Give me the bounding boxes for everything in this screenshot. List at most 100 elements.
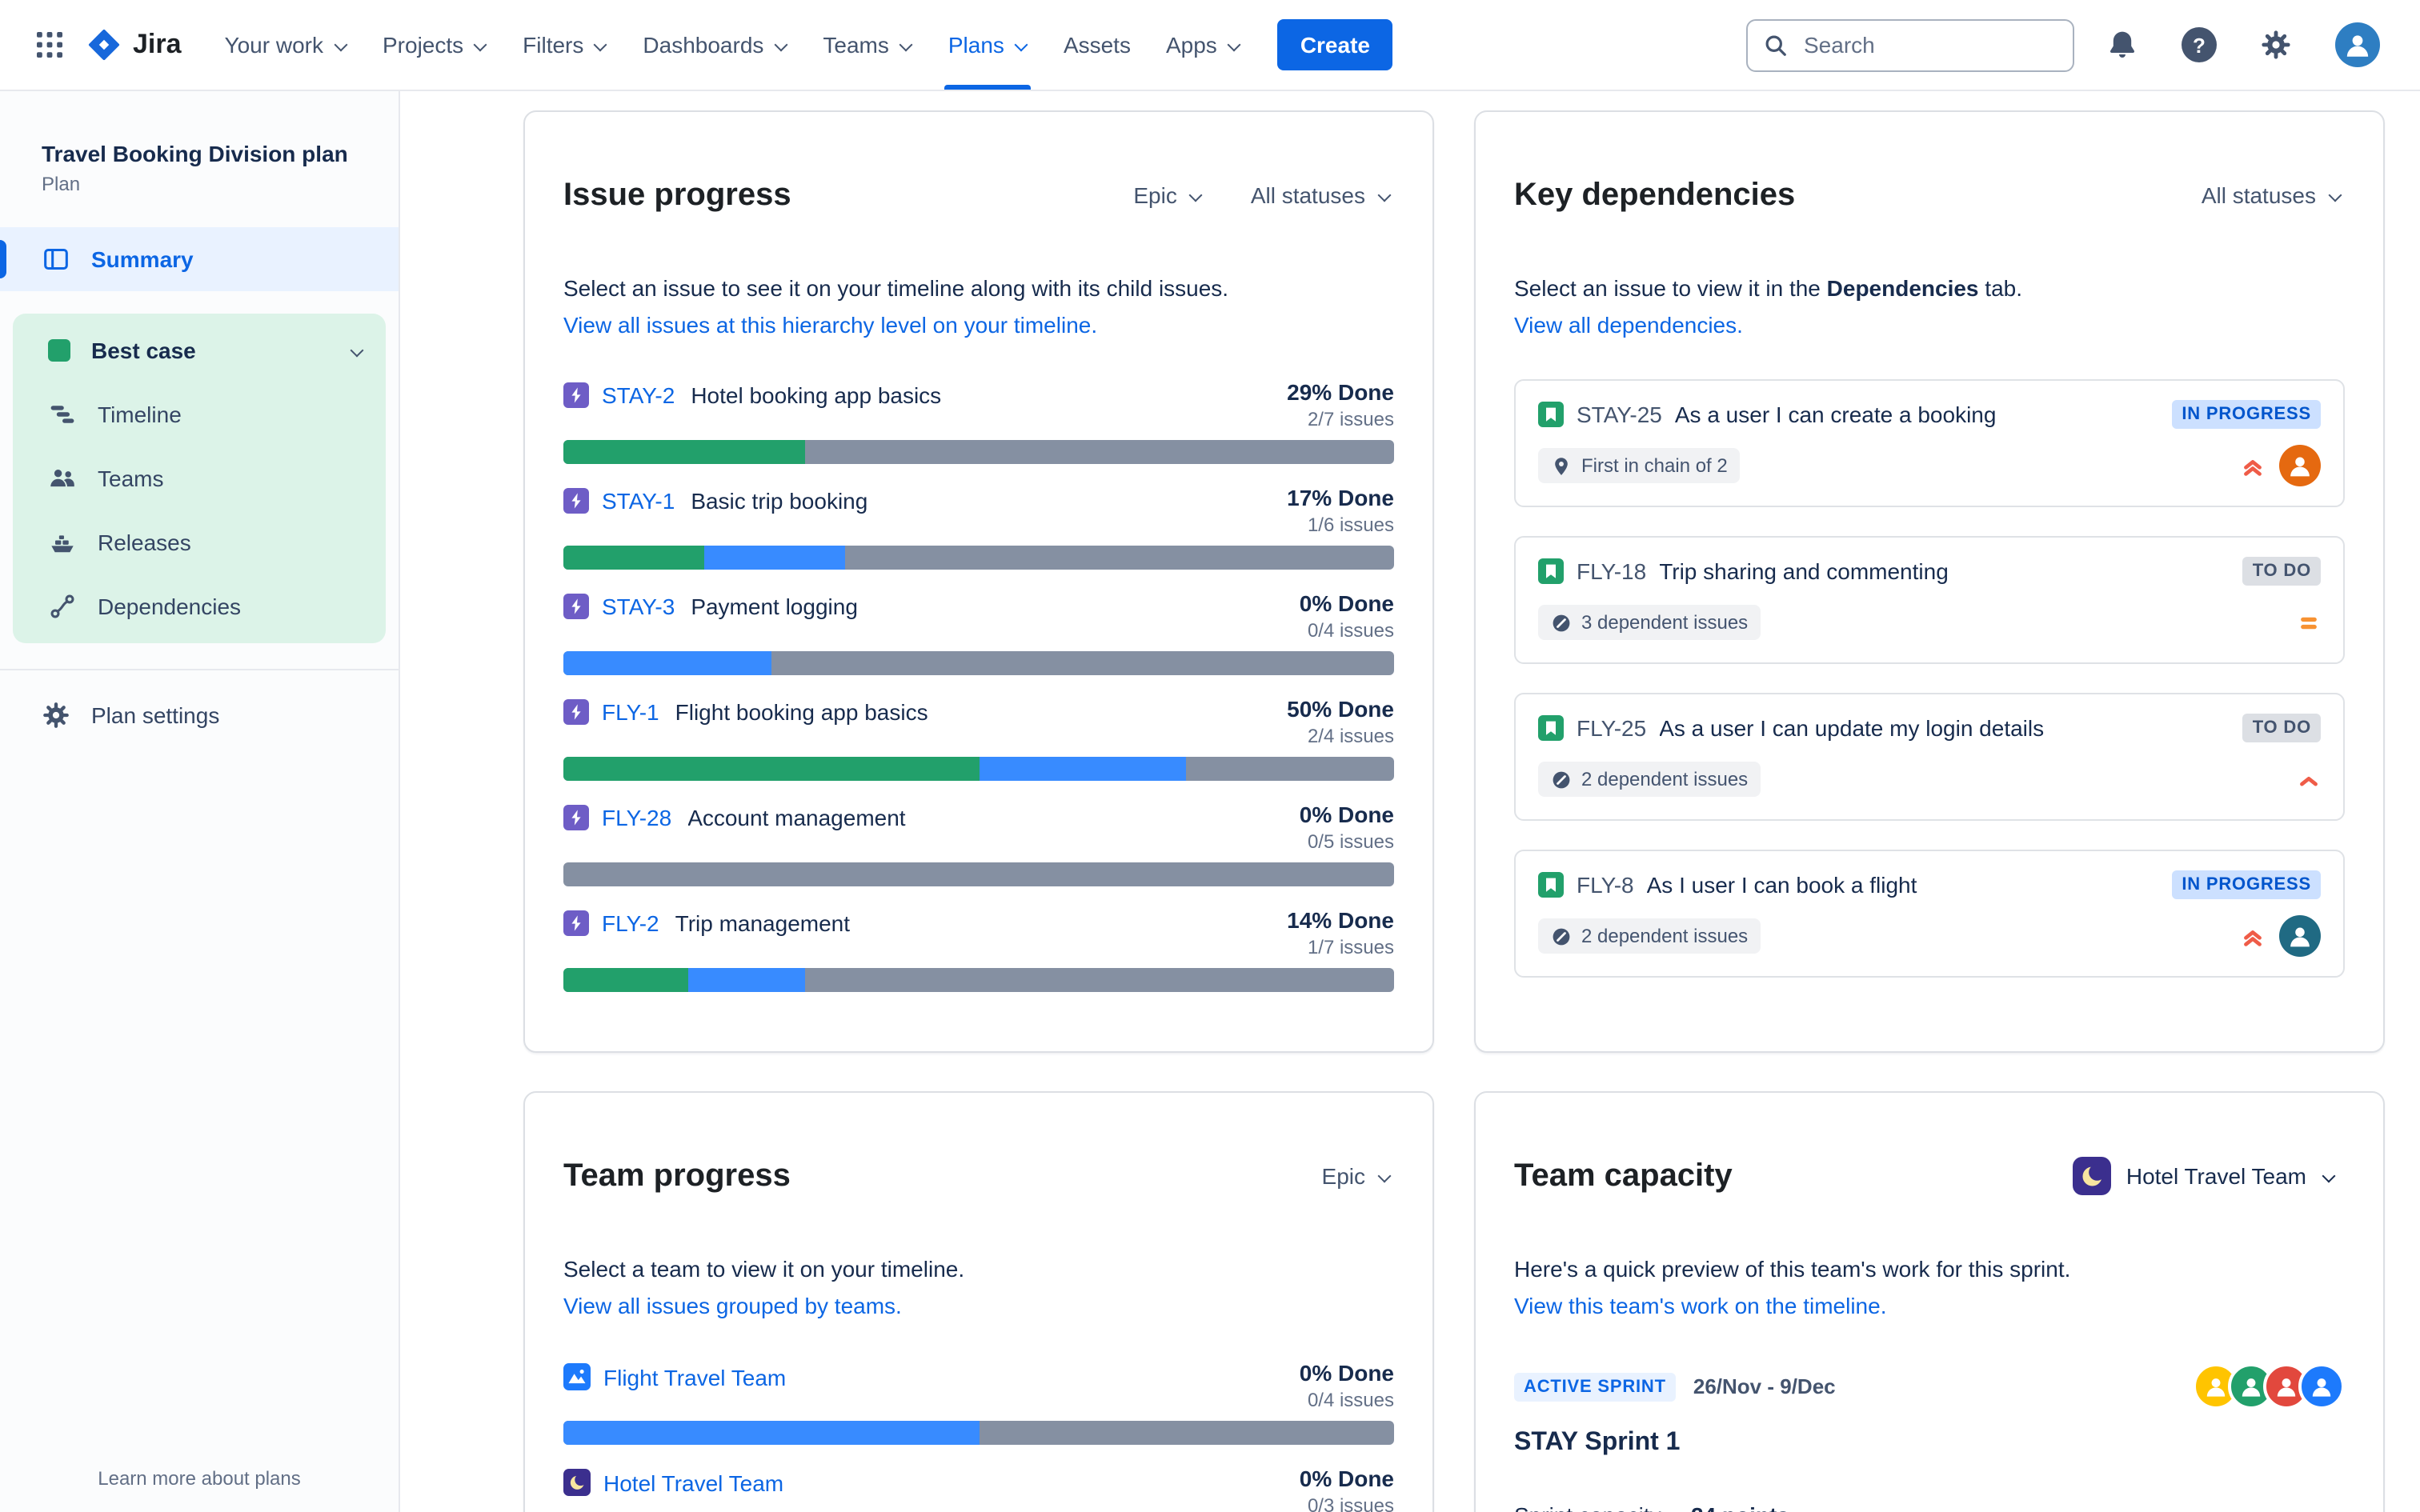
issue-key-link[interactable]: FLY-2 (602, 910, 659, 936)
assignee-avatar[interactable] (2279, 915, 2321, 958)
issues-count: 0/3 issues (1307, 1494, 1394, 1512)
issue-key-link[interactable]: STAY-2 (602, 382, 675, 408)
app-switcher-icon[interactable] (22, 18, 77, 72)
plan-header: Travel Booking Division plan Plan (0, 139, 399, 195)
issue-summary: Hotel booking app basics (691, 382, 942, 409)
view-all-dependencies-link[interactable]: View all dependencies. (1514, 309, 1743, 341)
settings-gear-icon[interactable] (2249, 18, 2303, 72)
chevron-down-icon (1188, 188, 1203, 202)
issue-summary: As a user I can create a booking (1674, 402, 1997, 428)
view-issues-by-teams-link[interactable]: View all issues grouped by teams. (563, 1290, 902, 1322)
inprogress-segment (687, 968, 804, 993)
sprint-dates: 26/Nov - 9/Dec (1693, 1374, 1836, 1399)
search-box (1746, 18, 2074, 71)
active-indicator (0, 240, 6, 278)
issue-key-link[interactable]: FLY-1 (602, 699, 659, 725)
nav-plans[interactable]: Plans (931, 0, 1046, 90)
issue-key: FLY-8 (1577, 872, 1634, 898)
status-filter-dropdown[interactable]: All statuses (2198, 176, 2345, 214)
learn-more-link[interactable]: Learn more about plans (0, 1466, 399, 1491)
issue-summary: Trip sharing and commenting (1659, 558, 1949, 585)
epic-icon (563, 699, 589, 726)
timeline-icon (48, 400, 77, 429)
team-progress-row[interactable]: Hotel Travel Team 0% Done 0/3 issues (563, 1466, 1394, 1512)
done-percentage: 14% Done (1287, 907, 1394, 934)
inprogress-segment (979, 757, 1187, 782)
dependency-item[interactable]: FLY-8 As I user I can book a flight IN P… (1514, 850, 2345, 978)
nav-projects[interactable]: Projects (365, 0, 505, 90)
chevron-down-icon (349, 343, 363, 358)
nav-teams[interactable]: Teams (805, 0, 930, 90)
create-button[interactable]: Create (1277, 19, 1392, 70)
dependency-count-icon (1551, 769, 1572, 790)
teams-icon (48, 464, 77, 493)
dependency-item[interactable]: FLY-25 As a user I can update my login d… (1514, 693, 2345, 822)
assignee-avatar[interactable] (2279, 445, 2321, 487)
sidebar-item-timeline[interactable]: Timeline (13, 382, 386, 446)
issue-progress-row[interactable]: STAY-3 Payment logging 0% Done 0/4 issue… (563, 590, 1394, 676)
team-name-link[interactable]: Hotel Travel Team (603, 1470, 783, 1496)
nav-dashboards[interactable]: Dashboards (625, 0, 805, 90)
sidebar-item-summary[interactable]: Summary (0, 227, 399, 291)
done-percentage: 0% Done (1299, 802, 1394, 828)
team-selector-dropdown[interactable]: Hotel Travel Team (2064, 1156, 2345, 1198)
dependencies-icon (48, 592, 77, 621)
inprogress-segment (563, 1421, 979, 1446)
user-avatar[interactable] (2324, 11, 2391, 78)
issue-summary: Payment logging (691, 594, 858, 620)
sprint-name: STAY Sprint 1 (1514, 1429, 1681, 1457)
issue-key-link[interactable]: STAY-1 (602, 488, 675, 514)
issues-count: 1/6 issues (1307, 514, 1394, 537)
notifications-icon[interactable] (2095, 18, 2150, 72)
issues-count: 1/7 issues (1307, 936, 1394, 959)
dependency-count-icon (1551, 612, 1572, 633)
jira-logo[interactable]: Jira (86, 27, 182, 62)
sprint-avatar[interactable] (2298, 1363, 2345, 1410)
nav-filters[interactable]: Filters (505, 0, 625, 90)
status-badge: TO DO (2242, 557, 2321, 586)
dependency-item[interactable]: STAY-25 As a user I can create a booking… (1514, 379, 2345, 508)
progress-bar (563, 968, 1394, 993)
top-navbar: Jira Your work Projects Filters Dashboar… (0, 0, 2420, 91)
hierarchy-filter-dropdown[interactable]: Epic (1130, 176, 1205, 214)
chevron-down-icon (2321, 1170, 2335, 1184)
sidebar-item-dependencies[interactable]: Dependencies (13, 574, 386, 638)
sidebar-item-releases[interactable]: Releases (13, 510, 386, 574)
nav-your-work[interactable]: Your work (207, 0, 366, 90)
issues-count: 2/7 issues (1307, 408, 1394, 431)
sprint-avatar-group (2193, 1363, 2345, 1410)
sidebar-item-teams[interactable]: Teams (13, 446, 386, 510)
issue-key-link[interactable]: STAY-3 (602, 594, 675, 619)
issues-count: 2/4 issues (1307, 725, 1394, 748)
search-input[interactable] (1801, 30, 2057, 59)
plan-title: Travel Booking Division plan (42, 141, 348, 166)
hierarchy-filter-dropdown[interactable]: Epic (1319, 1158, 1394, 1196)
issue-progress-row[interactable]: FLY-1 Flight booking app basics 50% Done… (563, 696, 1394, 782)
chevron-down-icon (1014, 38, 1028, 52)
issue-progress-card: Issue progress Epic All statuses Select … (523, 110, 1434, 1054)
scenario-selector[interactable]: Best case (13, 318, 386, 382)
help-icon[interactable]: ? (2170, 16, 2228, 74)
issue-key: FLY-18 (1577, 558, 1647, 585)
issue-progress-row[interactable]: STAY-2 Hotel booking app basics 29% Done… (563, 379, 1394, 465)
status-filter-dropdown[interactable]: All statuses (1248, 176, 1394, 214)
settings-section: Plan settings (0, 669, 399, 747)
team-progress-row[interactable]: Flight Travel Team 0% Done 0/4 issues (563, 1361, 1394, 1446)
view-team-work-link[interactable]: View this team's work on the timeline. (1514, 1290, 1887, 1322)
status-badge: TO DO (2242, 714, 2321, 743)
issue-progress-row[interactable]: FLY-28 Account management 0% Done 0/5 is… (563, 802, 1394, 887)
issue-key-link[interactable]: FLY-28 (602, 805, 671, 830)
nav-apps[interactable]: Apps (1148, 0, 1259, 90)
key-dependencies-card: Key dependencies All statuses Select an … (1474, 110, 2385, 1054)
scenario-color-swatch (48, 339, 70, 362)
view-all-issues-link[interactable]: View all issues at this hierarchy level … (563, 309, 1097, 341)
nav-assets[interactable]: Assets (1046, 0, 1148, 90)
issue-progress-row[interactable]: FLY-2 Trip management 14% Done 1/7 issue… (563, 907, 1394, 993)
sidebar-item-plan-settings[interactable]: Plan settings (0, 683, 399, 747)
dependency-item[interactable]: FLY-18 Trip sharing and commenting TO DO… (1514, 536, 2345, 665)
done-percentage: 17% Done (1287, 485, 1394, 511)
card-description: Here's a quick preview of this team's wo… (1514, 1256, 2071, 1282)
team-name-link[interactable]: Flight Travel Team (603, 1365, 786, 1390)
done-segment (563, 757, 979, 782)
issue-progress-row[interactable]: STAY-1 Basic trip booking 17% Done 1/6 i… (563, 485, 1394, 570)
